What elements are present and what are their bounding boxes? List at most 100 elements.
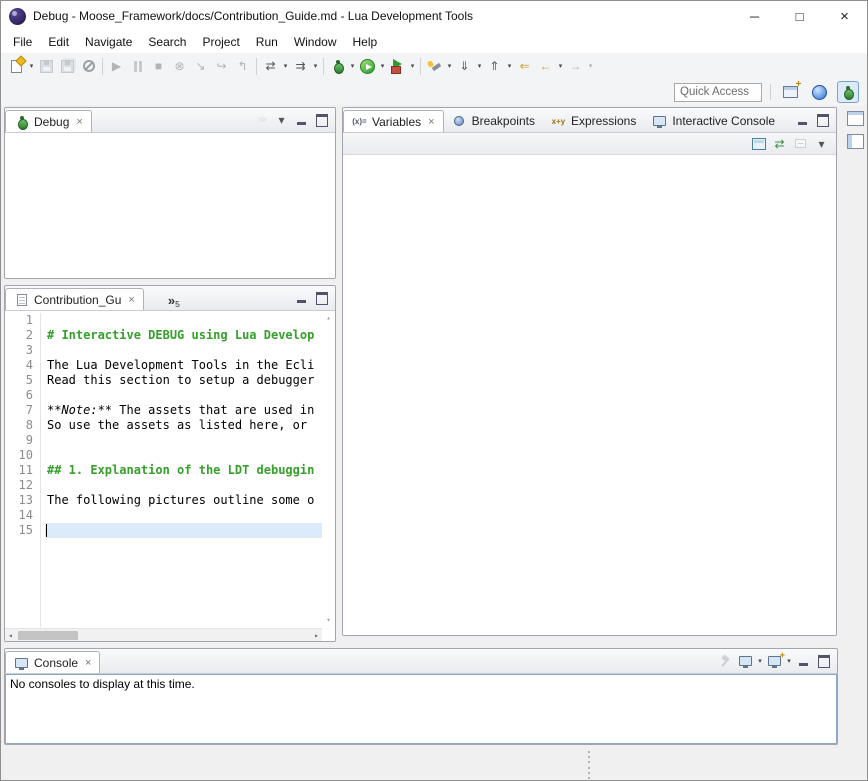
use-step-filters-dropdown[interactable]: ▾ <box>281 62 290 70</box>
run-to-line-dropdown[interactable]: ▾ <box>311 62 320 70</box>
close-icon[interactable]: × <box>76 116 82 128</box>
view-menu-button[interactable]: ▾ <box>812 134 831 153</box>
terminate-button[interactable]: ■ <box>148 55 169 77</box>
back-dropdown[interactable]: ▾ <box>556 62 565 70</box>
code-area[interactable]: # Interactive DEBUG using Lua Develop The… <box>45 313 322 627</box>
code-line[interactable] <box>45 343 322 358</box>
save-button[interactable] <box>36 55 57 77</box>
close-icon[interactable]: × <box>85 657 91 669</box>
new-dropdown[interactable]: ▾ <box>27 62 36 70</box>
scrollbar-thumb[interactable] <box>18 631 78 640</box>
run-to-line-button[interactable]: ⇉ <box>290 55 311 77</box>
save-all-button[interactable] <box>57 55 78 77</box>
maximize-button[interactable] <box>312 289 331 308</box>
back-button[interactable]: ← <box>535 55 556 77</box>
menu-navigate[interactable]: Navigate <box>77 32 140 52</box>
scroll-right-icon[interactable]: ▸ <box>314 631 319 640</box>
external-tools-dropdown[interactable]: ▾ <box>408 62 417 70</box>
scroll-up-icon[interactable]: ▴ <box>326 314 330 322</box>
menu-window[interactable]: Window <box>286 32 345 52</box>
scroll-down-icon[interactable]: ▾ <box>326 616 330 624</box>
menu-file[interactable]: File <box>5 32 40 52</box>
code-line[interactable] <box>45 388 322 403</box>
show-logical-structures-button[interactable]: ⇄ <box>770 134 789 153</box>
tab-variables[interactable]: (x)=Variables× <box>343 110 444 132</box>
debug-perspective-button[interactable] <box>837 81 859 103</box>
scroll-left-icon[interactable]: ◂ <box>8 631 13 640</box>
menu-edit[interactable]: Edit <box>40 32 77 52</box>
code-line[interactable]: The following pictures outline some o <box>45 493 322 508</box>
tab-console[interactable]: Console × <box>5 651 100 673</box>
search-button[interactable] <box>424 55 445 77</box>
open-console-dropdown[interactable]: ▾ <box>785 657 793 665</box>
debug-dropdown[interactable]: ▾ <box>348 62 357 70</box>
line-number-gutter[interactable]: 123456789101112131415 <box>5 313 41 627</box>
code-line[interactable] <box>45 523 322 538</box>
run-button[interactable] <box>357 55 378 77</box>
more-tabs-indicator[interactable]: » 5 <box>166 286 182 310</box>
forward-button[interactable]: → <box>565 55 586 77</box>
step-over-button[interactable]: ↪ <box>211 55 232 77</box>
use-step-filters-button[interactable]: ⇄ <box>260 55 281 77</box>
code-line[interactable]: Read this section to setup a debugger <box>45 373 322 388</box>
code-line[interactable]: ## 1. Explanation of the LDT debuggin <box>45 463 322 478</box>
code-line[interactable] <box>45 448 322 463</box>
vertical-scrollbar[interactable]: ▴ ▾ <box>322 311 335 627</box>
menu-run[interactable]: Run <box>248 32 286 52</box>
minimize-button[interactable] <box>794 652 813 671</box>
maximize-button[interactable] <box>312 111 331 130</box>
external-tools-button[interactable] <box>387 55 408 77</box>
previous-annotation-button[interactable]: ⇑ <box>484 55 505 77</box>
menu-help[interactable]: Help <box>345 32 386 52</box>
tab-debug[interactable]: Debug × <box>5 110 92 132</box>
search-dropdown[interactable]: ▾ <box>445 62 454 70</box>
code-line[interactable]: # Interactive DEBUG using Lua Develop <box>45 328 322 343</box>
horizontal-scrollbar[interactable]: ◂ ▸ <box>5 628 322 641</box>
close-icon[interactable]: × <box>128 294 134 306</box>
next-annotation-button[interactable]: ⇓ <box>454 55 475 77</box>
code-line[interactable] <box>45 313 322 328</box>
tab-contribution-guide[interactable]: Contribution_Gu × <box>5 288 144 310</box>
collapse-all-button[interactable] <box>791 134 810 153</box>
new-button[interactable] <box>6 55 27 77</box>
code-line[interactable]: So use the assets as listed here, or <box>45 418 322 433</box>
maximize-button[interactable] <box>813 111 832 130</box>
window-close-button[interactable]: × <box>822 1 867 31</box>
disconnect-button[interactable]: ⊗ <box>169 55 190 77</box>
window-minimize-button[interactable]: ─ <box>732 1 777 31</box>
minimize-button[interactable] <box>292 289 311 308</box>
remove-all-terminated-button[interactable]: ×× <box>252 111 271 130</box>
sash-grip[interactable] <box>586 751 592 779</box>
close-icon[interactable]: × <box>428 116 434 128</box>
minimize-button[interactable] <box>292 111 311 130</box>
forward-dropdown[interactable]: ▾ <box>586 62 595 70</box>
tab-breakpoints[interactable]: Breakpoints <box>444 110 543 132</box>
display-selected-console-button[interactable] <box>736 652 755 671</box>
last-edit-location-button[interactable]: ⇐ <box>514 55 535 77</box>
view-menu-button[interactable]: ▾ <box>272 111 291 130</box>
run-dropdown[interactable]: ▾ <box>378 62 387 70</box>
minimized-view-1-button[interactable] <box>847 111 864 126</box>
minimized-view-2-button[interactable] <box>847 134 864 149</box>
pin-console-button[interactable] <box>716 652 735 671</box>
show-type-names-button[interactable] <box>749 134 768 153</box>
suspend-button[interactable] <box>127 55 148 77</box>
window-maximize-button[interactable]: □ <box>777 1 822 31</box>
step-return-button[interactable]: ↰ <box>232 55 253 77</box>
open-perspective-button[interactable] <box>779 81 801 103</box>
resume-button[interactable]: ▶ <box>106 55 127 77</box>
code-line[interactable] <box>45 478 322 493</box>
code-line[interactable]: **Note:** The assets that are used in <box>45 403 322 418</box>
display-selected-console-dropdown[interactable]: ▾ <box>756 657 764 665</box>
tab-expressions[interactable]: x+yExpressions <box>543 110 644 132</box>
minimize-button[interactable] <box>793 111 812 130</box>
previous-annotation-dropdown[interactable]: ▾ <box>505 62 514 70</box>
quick-access-input[interactable]: Quick Access <box>674 83 762 102</box>
next-annotation-dropdown[interactable]: ▾ <box>475 62 484 70</box>
code-line[interactable]: The Lua Development Tools in the Ecli <box>45 358 322 373</box>
tab-interactive-console[interactable]: Interactive Console <box>644 110 783 132</box>
debug-button[interactable] <box>327 55 348 77</box>
step-into-button[interactable]: ↘ <box>190 55 211 77</box>
menu-search[interactable]: Search <box>140 32 194 52</box>
menu-project[interactable]: Project <box>194 32 247 52</box>
